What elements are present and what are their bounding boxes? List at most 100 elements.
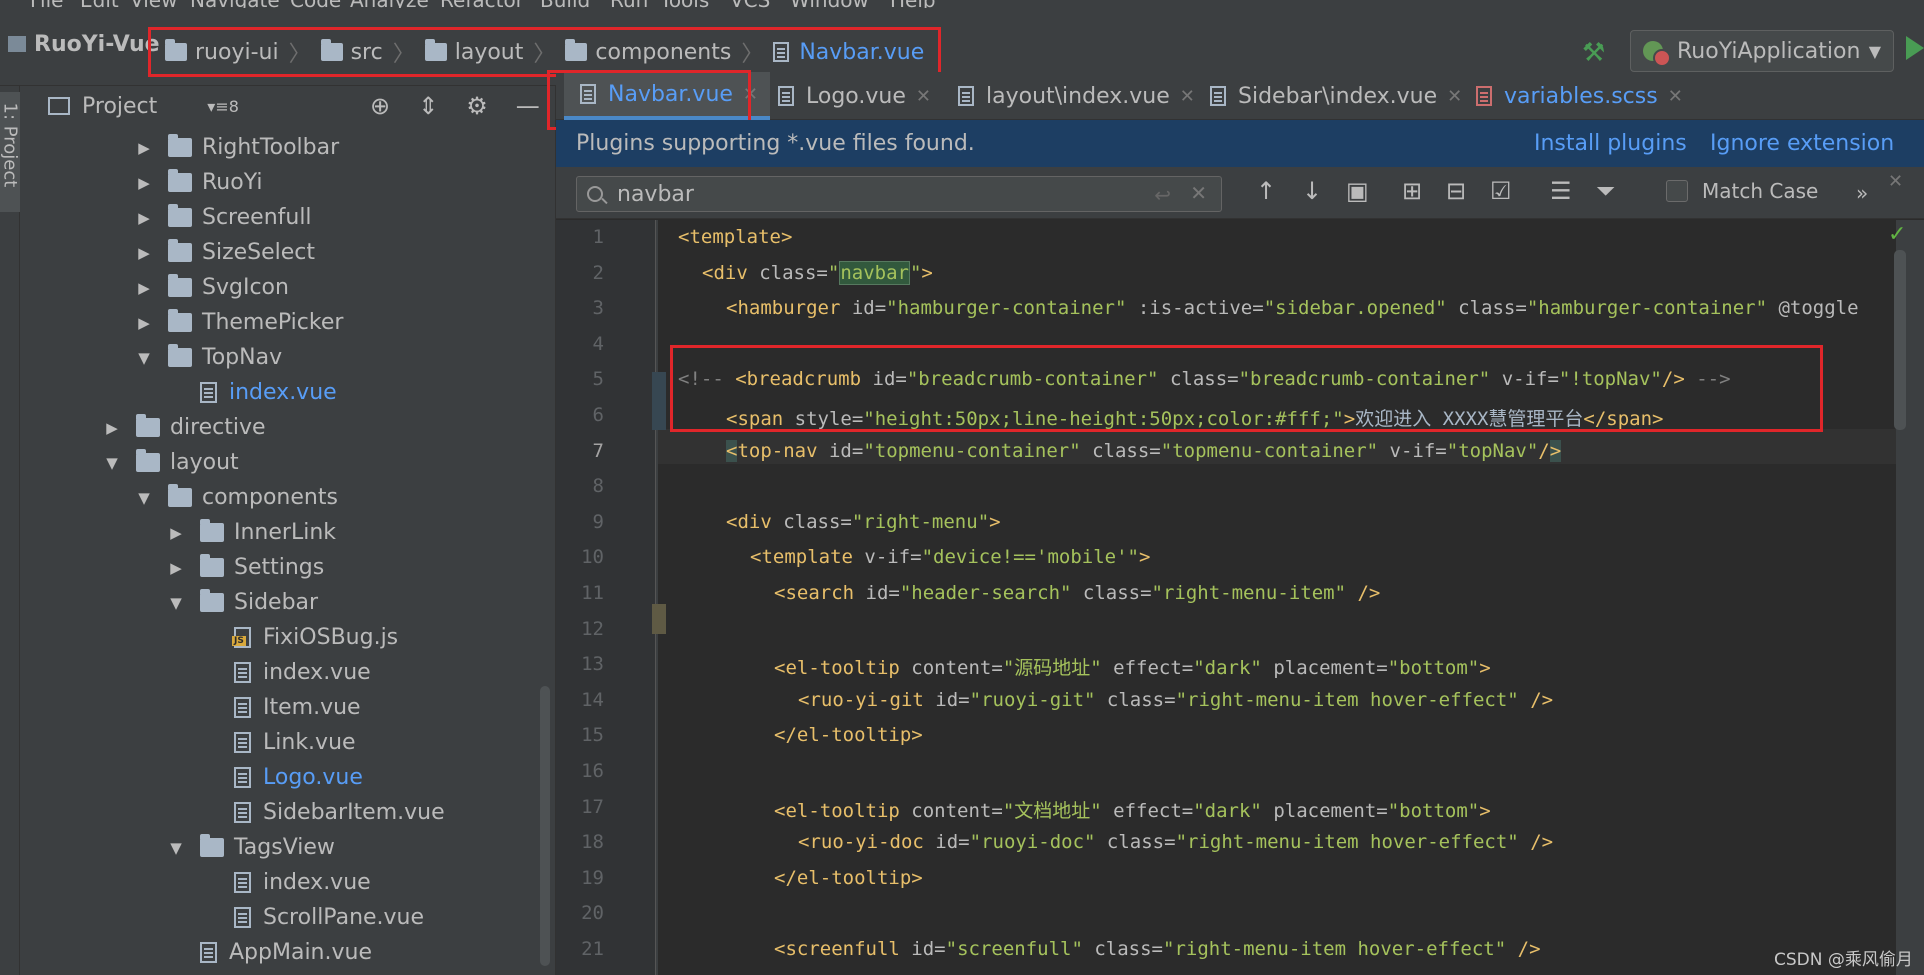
locate-file-icon[interactable]: ⊕ xyxy=(370,92,390,120)
project-panel-title[interactable]: Project xyxy=(82,94,157,119)
chevron-down-icon[interactable]: ▼ xyxy=(168,594,184,612)
chevron-right-icon[interactable]: ▶ xyxy=(104,419,120,437)
tree-item[interactable]: ▶ directive xyxy=(20,410,540,445)
previous-occurrence-icon[interactable]: ↑ xyxy=(1256,177,1276,205)
code-line[interactable]: <ruo-yi-doc id="ruoyi-doc" class="right-… xyxy=(798,831,1553,853)
menu-vcs[interactable]: VCS xyxy=(730,0,770,8)
menu-view[interactable]: View xyxy=(130,0,177,8)
code-line[interactable]: <!-- <breadcrumb id="breadcrumb-containe… xyxy=(678,368,1731,390)
code-line[interactable]: <div class="right-menu"> xyxy=(726,511,1001,533)
run-icon[interactable] xyxy=(1906,36,1924,60)
menu-analyze[interactable]: Analyze xyxy=(350,0,429,8)
menu-refactor[interactable]: Refactor xyxy=(440,0,524,8)
tree-item[interactable]: ▶index.vue xyxy=(20,655,540,690)
chevron-down-icon[interactable]: ▼ xyxy=(168,839,184,857)
find-field[interactable]: ↩ ✕ xyxy=(576,176,1222,212)
tree-item[interactable]: ▶ScrollPane.vue xyxy=(20,900,540,935)
chevron-right-icon[interactable]: ▶ xyxy=(136,174,152,192)
menu-build[interactable]: Build xyxy=(540,0,590,8)
tree-item[interactable]: ▼ TopNav xyxy=(20,340,540,375)
tree-item[interactable]: ▼ TagsView xyxy=(20,830,540,865)
code-line[interactable]: <top-nav id="topmenu-container" class="t… xyxy=(726,439,1562,462)
tree-item[interactable]: ▶ Screenfull xyxy=(20,200,540,235)
inspection-ok-icon[interactable]: ✓ xyxy=(1888,222,1906,247)
project-name[interactable]: RuoYi-Vue xyxy=(8,32,160,57)
tree-item[interactable]: ▶ RuoYi xyxy=(20,165,540,200)
match-case-checkbox[interactable]: Match Case xyxy=(1666,179,1818,203)
tab-variables-scss[interactable]: variables.scss ✕ xyxy=(1476,72,1683,120)
code-line[interactable]: </el-tooltip> xyxy=(774,724,923,746)
tree-item[interactable]: ▶SidebarItem.vue xyxy=(20,795,540,830)
menu-file[interactable]: File xyxy=(30,0,63,8)
code-line[interactable]: <ruo-yi-git id="ruoyi-git" class="right-… xyxy=(798,689,1553,711)
ignore-extension-link[interactable]: Ignore extension xyxy=(1710,131,1894,156)
build-hammer-icon[interactable]: ⚒ xyxy=(1582,38,1605,68)
chevron-right-icon[interactable]: ▶ xyxy=(136,244,152,262)
chevron-down-icon[interactable]: ▼ xyxy=(136,349,152,367)
code-line[interactable]: <div class="navbar"> xyxy=(702,260,933,285)
remove-occurrence-icon[interactable]: ⊟ xyxy=(1446,177,1466,205)
select-all-occurrences-icon[interactable]: ▣ xyxy=(1346,177,1369,205)
code-line[interactable]: <screenfull id="screenfull" class="right… xyxy=(774,938,1541,960)
editor-scrollbar[interactable] xyxy=(1894,250,1906,430)
code-line[interactable]: <search id="header-search" class="right-… xyxy=(774,582,1380,604)
tree-item[interactable]: ▶Item.vue xyxy=(20,690,540,725)
code-line[interactable]: <el-tooltip content="文档地址" effect="dark"… xyxy=(774,796,1491,823)
chevron-down-icon[interactable]: ▼ xyxy=(136,489,152,507)
menu-edit[interactable]: Edit xyxy=(80,0,119,8)
tree-item[interactable]: ▼ layout xyxy=(20,445,540,480)
tree-item[interactable]: ▶ InnerLink xyxy=(20,515,540,550)
project-view-dropdown[interactable]: ▾≡8 xyxy=(207,97,239,116)
more-options-icon[interactable]: » xyxy=(1856,181,1868,205)
code-line[interactable]: <hamburger id="hamburger-container" :is-… xyxy=(726,297,1859,319)
clear-icon[interactable]: ✕ xyxy=(1190,181,1207,205)
tree-item[interactable]: ▶index.vue xyxy=(20,375,540,410)
install-plugins-link[interactable]: Install plugins xyxy=(1534,131,1687,156)
tree-item[interactable]: ▶FixiOSBug.js xyxy=(20,620,540,655)
close-find-icon[interactable]: ✕ xyxy=(1888,171,1903,192)
tree-item[interactable]: ▶ Settings xyxy=(20,550,540,585)
filter-icon[interactable]: ⏷ xyxy=(1596,177,1615,205)
chevron-right-icon[interactable]: ▶ xyxy=(136,314,152,332)
code-line[interactable]: <template> xyxy=(678,226,792,248)
breadcrumb-item-components[interactable]: components 〉 xyxy=(565,36,773,68)
tab-navbar-vue[interactable]: Navbar.vue ✕ xyxy=(564,72,771,120)
close-icon[interactable]: ✕ xyxy=(1668,86,1683,107)
breadcrumb-item-navbar-vue[interactable]: Navbar.vue xyxy=(773,40,924,65)
tree-item[interactable]: ▶ RightToolbar xyxy=(20,130,540,165)
tree-item[interactable]: ▶AppMain.vue xyxy=(20,935,540,970)
menu-tools[interactable]: Tools xyxy=(660,0,709,8)
checkbox[interactable] xyxy=(1666,180,1688,202)
tree-item[interactable]: ▶Link.vue xyxy=(20,725,540,760)
menu-run[interactable]: Run xyxy=(610,0,648,8)
tab-sidebar-index-vue[interactable]: Sidebar\index.vue ✕ xyxy=(1210,72,1462,120)
run-configuration-select[interactable]: RuoYiApplication ▼ xyxy=(1630,30,1894,72)
find-input[interactable] xyxy=(617,181,1117,207)
tab-logo-vue[interactable]: Logo.vue ✕ xyxy=(778,72,931,120)
breadcrumb-item-layout[interactable]: layout 〉 xyxy=(424,36,566,68)
add-occurrence-icon[interactable]: ⊞ xyxy=(1402,177,1422,205)
gear-icon[interactable]: ⚙ xyxy=(466,92,488,120)
code-line[interactable]: <template v-if="device!=='mobile'"> xyxy=(750,546,1150,568)
project-tool-window-button[interactable]: 1: Project xyxy=(0,92,21,212)
breadcrumb-item-src[interactable]: src 〉 xyxy=(320,36,425,68)
close-icon[interactable]: ✕ xyxy=(1447,86,1462,107)
menu-help[interactable]: Help xyxy=(890,0,936,8)
chevron-right-icon[interactable]: ▶ xyxy=(136,209,152,227)
tree-item[interactable]: ▶ SizeSelect xyxy=(20,235,540,270)
code-line[interactable]: <span style="height:50px;line-height:50p… xyxy=(726,404,1663,431)
hide-panel-icon[interactable]: — xyxy=(516,92,540,120)
close-icon[interactable]: ✕ xyxy=(916,86,931,107)
tree-item[interactable]: ▼ Sidebar xyxy=(20,585,540,620)
close-icon[interactable]: ✕ xyxy=(1180,86,1195,107)
chevron-right-icon[interactable]: ▶ xyxy=(168,559,184,577)
menu-window[interactable]: Window xyxy=(790,0,869,8)
breadcrumb-item-ruoyi-ui[interactable]: ruoyi-ui 〉 xyxy=(165,36,321,68)
tree-item[interactable]: ▶ ThemePicker xyxy=(20,305,540,340)
tree-item[interactable]: ▶Logo.vue xyxy=(20,760,540,795)
code-line[interactable]: <el-tooltip content="源码地址" effect="dark"… xyxy=(774,653,1491,680)
tree-item[interactable]: ▼ components xyxy=(20,480,540,515)
tree-item[interactable]: ▶ SvgIcon xyxy=(20,270,540,305)
chevron-down-icon[interactable]: ▼ xyxy=(104,454,120,472)
chevron-right-icon[interactable]: ▶ xyxy=(168,524,184,542)
